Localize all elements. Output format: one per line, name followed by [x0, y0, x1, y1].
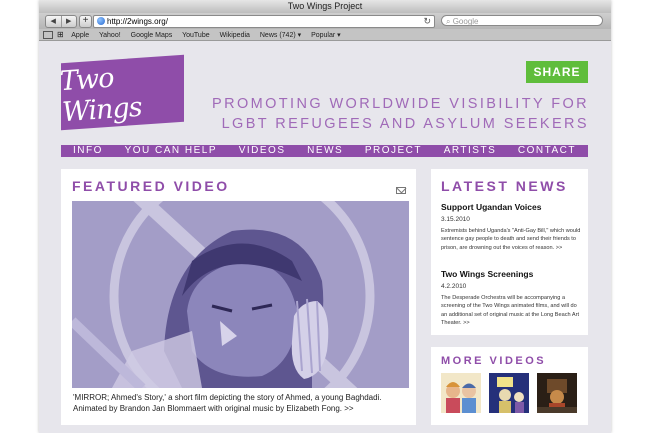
browser-window: Two Wings Project ◀ ▶ + http://2wings.or… — [39, 0, 611, 433]
bookmarks-bar: ⊞ Apple Yahoo! Google Maps YouTube Wikip… — [39, 29, 611, 41]
magnifier-icon: ⌕ — [446, 17, 453, 26]
more-videos-title: MORE VIDEOS — [441, 355, 547, 367]
search-input[interactable]: ⌕ Google — [441, 15, 603, 26]
main-nav: INFO YOU CAN HELP VIDEOS NEWS PROJECT AR… — [61, 145, 588, 157]
url-text: http://2wings.org/ — [107, 17, 168, 26]
nav-item-news[interactable]: NEWS — [307, 145, 343, 157]
featured-video-title: FEATURED VIDEO — [72, 178, 230, 194]
bookmark-youtube[interactable]: YouTube — [182, 32, 210, 39]
back-arrow-icon[interactable]: ◀ — [46, 16, 62, 27]
address-bar[interactable]: http://2wings.org/ ↻ — [93, 15, 435, 28]
nav-item-you-can-help[interactable]: YOU CAN HELP — [125, 145, 217, 157]
globe-icon — [97, 16, 105, 25]
bookmark-yahoo[interactable]: Yahoo! — [99, 32, 121, 39]
nav-item-artists[interactable]: ARTISTS — [444, 145, 497, 157]
video-thumbnail[interactable] — [537, 373, 577, 413]
thumbnail-image — [441, 373, 481, 413]
latest-news-title: LATEST NEWS — [441, 178, 568, 194]
bookmark-wikipedia[interactable]: Wikipedia — [220, 32, 250, 39]
news-item: Support Ugandan Voices 3.15.2010 Extremi… — [441, 202, 583, 252]
book-icon[interactable] — [43, 31, 53, 40]
bookmark-google-maps[interactable]: Google Maps — [131, 32, 173, 39]
video-caption: 'MIRROR; Ahmed's Story,' a short film de… — [73, 392, 413, 414]
grid-icon[interactable]: ⊞ — [57, 30, 64, 39]
site-logo[interactable]: Two Wings — [58, 54, 184, 131]
window-title: Two Wings Project — [39, 0, 611, 13]
news-headline[interactable]: Support Ugandan Voices — [441, 202, 583, 213]
video-player[interactable] — [72, 201, 409, 388]
nav-item-project[interactable]: PROJECT — [365, 145, 422, 157]
more-videos-panel: MORE VIDEOS — [431, 347, 588, 425]
latest-news-panel: LATEST NEWS Support Ugandan Voices 3.15.… — [431, 169, 588, 335]
caption-line-2[interactable]: Animated by Brandon Jan Blommaert with o… — [73, 403, 413, 414]
web-page: Two Wings SHARE PROMOTING WORLDWIDE VISI… — [39, 41, 611, 433]
news-headline[interactable]: Two Wings Screenings — [441, 269, 583, 280]
tagline-line-1: PROMOTING WORLDWIDE VISIBILITY FOR — [212, 96, 589, 112]
video-thumbnail[interactable] — [489, 373, 529, 413]
reload-icon[interactable]: ↻ — [423, 16, 431, 27]
thumbnail-image — [489, 373, 529, 413]
bookmark-news[interactable]: News (742) ▾ — [260, 32, 301, 39]
news-body: The Desperade Orchestra will be accompan… — [441, 295, 580, 326]
news-body: Extremists behind Uganda's "Anti-Gay Bil… — [441, 228, 581, 251]
bookmark-popular[interactable]: Popular ▾ — [311, 32, 341, 39]
browser-toolbar: ◀ ▶ + http://2wings.org/ ↻ ⌕ Google — [39, 13, 611, 29]
thumbnail-image — [537, 373, 577, 413]
video-still — [72, 201, 409, 388]
search-placeholder: Google — [452, 17, 479, 26]
video-thumbnail[interactable] — [441, 373, 481, 413]
history-buttons: ◀ ▶ — [45, 15, 77, 28]
nav-item-videos[interactable]: VIDEOS — [239, 145, 286, 157]
news-item: Two Wings Screenings 4.2.2010 The Desper… — [441, 269, 583, 327]
news-date: 4.2.2010 — [441, 283, 467, 290]
nav-item-contact[interactable]: CONTACT — [518, 145, 576, 157]
caption-line-1: 'MIRROR; Ahmed's Story,' a short film de… — [73, 393, 382, 402]
news-date: 3.15.2010 — [441, 216, 470, 223]
logo-text: Two Wings — [58, 62, 143, 128]
forward-arrow-icon[interactable]: ▶ — [62, 16, 77, 27]
featured-video-panel: FEATURED VIDEO 'MIRROR; Ahmed's Story,' … — [61, 169, 416, 425]
mail-icon[interactable] — [396, 187, 406, 194]
tagline: PROMOTING WORLDWIDE VISIBILITY FOR LGBT … — [199, 94, 589, 134]
tagline-line-2: LGBT REFUGEES AND ASYLUM SEEKERS — [221, 116, 589, 132]
add-bookmark-button[interactable]: + — [79, 15, 92, 28]
nav-item-info[interactable]: INFO — [73, 145, 103, 157]
bookmark-apple[interactable]: Apple — [71, 32, 89, 39]
share-button[interactable]: SHARE — [526, 61, 588, 83]
